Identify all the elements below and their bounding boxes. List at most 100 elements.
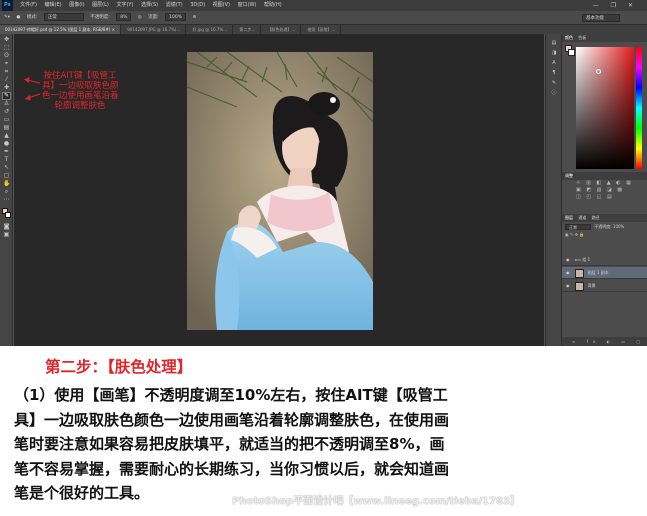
adjustment-icons-row[interactable]: ☼ ▥ ◧ ▲ ◐ ▦: [562, 180, 647, 187]
path-select-tool-icon[interactable]: ↖: [3, 165, 10, 171]
type-tool-icon[interactable]: T: [3, 157, 10, 163]
shape-tool-icon[interactable]: ▢: [3, 173, 10, 179]
menu-select[interactable]: 选择(S): [141, 2, 158, 8]
layer-lock-icons[interactable]: ▣ ✎ ✥ 🔒: [562, 231, 647, 239]
brush-tool-icon[interactable]: ✎: [2, 92, 11, 100]
menu-filter[interactable]: 滤镜(T): [166, 2, 183, 8]
layer-row[interactable]: ◉ 图层 1 副本: [562, 267, 647, 279]
layer-thumbnail: [575, 268, 585, 278]
tab-document[interactable]: 第二步...: [234, 25, 262, 34]
quick-select-tool-icon[interactable]: ⌖: [3, 61, 10, 67]
background-color-swatch[interactable]: [5, 212, 11, 218]
screen-mode-icon[interactable]: ▣: [3, 232, 10, 238]
tab-swatches[interactable]: 色板: [578, 35, 586, 40]
color-picker-cursor[interactable]: [596, 69, 601, 74]
menu-type[interactable]: 文字(Y): [116, 2, 133, 8]
tab-active-document[interactable]: 00142097-帅帽好.psd @ 12.5% (图层 1 副本, RGB/8…: [0, 25, 121, 34]
healing-tool-icon[interactable]: ✚: [3, 85, 10, 91]
tab-layers[interactable]: 图层: [565, 215, 573, 220]
layer-name: 图层 1 副本: [587, 270, 609, 275]
eye-icon[interactable]: ◉: [566, 280, 570, 292]
canvas-area[interactable]: 按住AIT键【吸管工 具】一边吸取肤色颜 色一边使用画笔沿着 轮廓调整肤色: [14, 34, 544, 346]
watermark: PhotoShop平面设计吧【www.lineeg.com/tieba/1783…: [232, 496, 520, 507]
layer-row[interactable]: ◉ 背景: [562, 280, 647, 292]
lasso-tool-icon[interactable]: ʘ: [3, 53, 10, 59]
photoshop-window: Ps 文件(F) 编辑(E) 图像(I) 图层(L) 文字(Y) 选择(S) 滤…: [0, 0, 647, 346]
properties-icon[interactable]: ◨: [550, 50, 558, 56]
adjustment-icons-row[interactable]: ▣ ◩ ▨ ◪ ▩: [562, 187, 647, 194]
gradient-tool-icon[interactable]: ▤: [3, 125, 10, 131]
opacity-label: 不透明度:: [90, 15, 110, 20]
options-bar: ✎▾ ● 模式: 正常 不透明度: 8% ◎ 流量: 100% ⊛ 基本功能: [0, 11, 647, 25]
arrowhead-icon: [23, 77, 30, 83]
character-icon[interactable]: A: [550, 60, 558, 66]
tab-adjustments[interactable]: 调整: [565, 173, 573, 178]
opacity-input[interactable]: 8%: [116, 12, 132, 21]
tab-color[interactable]: 颜色: [565, 35, 573, 40]
color-picker-field[interactable]: [576, 47, 634, 169]
blend-mode-select[interactable]: 正常: [565, 224, 591, 230]
move-tool-icon[interactable]: ✥: [3, 37, 10, 43]
adjustments-tab: 调整: [562, 172, 647, 180]
stamp-tool-icon[interactable]: ♙: [3, 101, 10, 107]
tools-panel: ✥ ⬚ ʘ ⌖ ⌗ ⁄ ✚ ✎ ♙ ↺ ▭ ▤ ▲ ● ✒ T ↖ ▢ ✋ ⌕ …: [0, 34, 13, 346]
tab-channels[interactable]: 通道: [578, 215, 586, 220]
menu-help[interactable]: 帮助(H): [264, 2, 282, 8]
info-icon[interactable]: ⓘ: [550, 90, 558, 96]
flow-input[interactable]: 100%: [165, 12, 187, 21]
workspace-select[interactable]: 基本功能: [582, 14, 620, 22]
crop-tool-icon[interactable]: ⌗: [3, 69, 10, 75]
airbrush-icon[interactable]: ⊛: [192, 15, 196, 20]
eye-icon[interactable]: ◉: [566, 254, 570, 266]
pen-tool-icon[interactable]: ✒: [3, 149, 10, 155]
step-line: 笔不容易掌握，需要耐心的长期练习，当你习惯以后，就会知道画: [14, 459, 450, 478]
hand-tool-icon[interactable]: ✋: [3, 181, 10, 187]
tab-document[interactable]: 好.jpg @ 16.7%...: [188, 25, 234, 34]
layer-controls: 正常 不透明度: 100%: [562, 222, 647, 231]
layer-opacity[interactable]: 不透明度: 100%: [594, 224, 624, 229]
menu-window[interactable]: 窗口(W): [238, 2, 257, 8]
panel-dock-strip: ▤ ◨ A ¶ ✎ ⓘ: [545, 34, 561, 346]
eraser-tool-icon[interactable]: ▭: [3, 117, 10, 123]
brush-tool-icon[interactable]: ✎▾: [4, 15, 10, 20]
menu-edit[interactable]: 编辑(E): [45, 2, 62, 8]
layer-row[interactable]: ◉ ▸▭ 组 1: [562, 254, 647, 266]
flow-label: 流量:: [148, 15, 159, 20]
arrowhead-icon: [24, 95, 31, 101]
blur-tool-icon[interactable]: ▲: [3, 133, 10, 139]
document-tabs: 00142097-帅帽好.psd @ 12.5% (图层 1 副本, RGB/8…: [0, 25, 647, 34]
menu-image[interactable]: 图像(I): [69, 2, 84, 8]
window-controls[interactable]: — ❐ ✕: [593, 0, 638, 11]
step-title: 第二步：【肤色处理】: [45, 358, 193, 376]
brush-preset-icon[interactable]: ●: [16, 15, 20, 20]
eyedropper-tool-icon[interactable]: ⁄: [3, 77, 10, 83]
tab-document[interactable]: 90142097.JPG @ 16.7%(...: [122, 25, 187, 34]
layers-footer-icons[interactable]: ∞ fx ◐ ▭ ▢ 🗑: [562, 337, 647, 346]
mode-label: 模式:: [26, 15, 38, 20]
paragraph-icon[interactable]: ¶: [550, 70, 558, 76]
tab-document[interactable]: 使用【画笔】...: [303, 25, 342, 34]
quick-mask-icon[interactable]: ◙: [3, 224, 10, 230]
tab-paths[interactable]: 路径: [592, 215, 600, 220]
pressure-opacity-icon[interactable]: ◎: [138, 15, 142, 20]
adjustment-icons-row[interactable]: ◫ ◰ ◱ ▤: [562, 194, 647, 201]
canvas-photo[interactable]: [187, 52, 373, 330]
mode-select[interactable]: 正常: [43, 12, 84, 21]
tab-document[interactable]: 【肤色处理】...: [262, 25, 302, 34]
dodge-tool-icon[interactable]: ●: [3, 141, 10, 147]
hue-slider[interactable]: [636, 47, 642, 169]
right-panels: 颜色 色板 调整 ☼ ▥ ◧ ▲ ◐ ▦ ▣ ◩ ▨ ◪ ▩ ◫ ◰ ◱ ▤ 图…: [561, 34, 647, 346]
menu-3d[interactable]: 3D(D): [190, 2, 205, 8]
history-brush-tool-icon[interactable]: ↺: [3, 109, 10, 115]
marquee-tool-icon[interactable]: ⬚: [3, 45, 10, 51]
zoom-tool-icon[interactable]: ⌕: [3, 189, 10, 195]
eye-icon[interactable]: ◉: [566, 267, 570, 279]
brush-settings-icon[interactable]: ✎: [550, 80, 558, 86]
menu-file[interactable]: 文件(F): [20, 2, 37, 8]
panel-background-swatch[interactable]: [568, 49, 575, 56]
more-tools-icon[interactable]: ⋯: [3, 197, 10, 203]
menu-layer[interactable]: 图层(L): [92, 2, 109, 8]
menu-view[interactable]: 视图(V): [213, 2, 230, 8]
layer-thumbnail: [575, 281, 585, 291]
history-icon[interactable]: ▤: [550, 40, 558, 46]
